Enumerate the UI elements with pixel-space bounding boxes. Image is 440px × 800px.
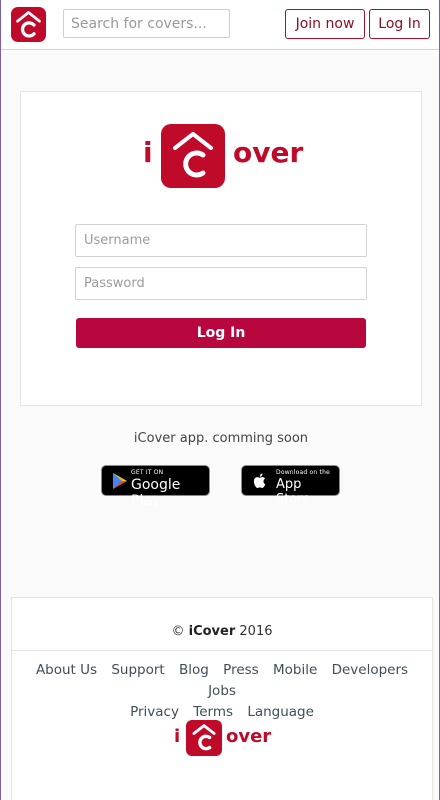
footer-link-jobs[interactable]: Jobs [208, 683, 236, 699]
copyright-year: 2016 [239, 624, 273, 639]
app-store-badge[interactable]: Download on the App Store [241, 465, 340, 507]
apple-icon [253, 473, 266, 488]
google-play-badge[interactable]: GET IT ON Google Play [101, 465, 210, 509]
brand-suffix: over [233, 136, 304, 169]
google-play-small-text: GET IT ON [131, 469, 164, 476]
copyright-name: iCover [188, 624, 236, 639]
footer: © iCover 2016 About Us Support Blog Pres… [11, 597, 433, 800]
footer-brand-logo: i over [174, 720, 274, 758]
footer-links: About Us Support Blog Press Mobile Devel… [12, 660, 432, 723]
play-triangle-icon [113, 473, 127, 489]
app-store-small-text: Download on the [276, 469, 330, 476]
logo-icon[interactable] [11, 7, 46, 42]
footer-link-about-us[interactable]: About Us [36, 662, 97, 678]
brand-suffix: over [226, 726, 272, 747]
login-button[interactable]: Log In [76, 318, 366, 348]
header-login-button[interactable]: Log In [369, 9, 430, 39]
footer-link-language[interactable]: Language [247, 704, 314, 720]
footer-link-blog[interactable]: Blog [179, 662, 209, 678]
footer-link-press[interactable]: Press [223, 662, 259, 678]
google-play-big-text: Google Play [131, 477, 181, 509]
brand-prefix: i [174, 726, 181, 747]
password-field[interactable] [75, 267, 367, 300]
username-field[interactable] [75, 224, 367, 257]
join-now-button[interactable]: Join now [285, 9, 365, 39]
top-nav-bar: Join now Log In [1, 0, 439, 50]
copyright-symbol: © [171, 624, 185, 639]
house-c-logo-icon [161, 124, 225, 188]
footer-link-mobile[interactable]: Mobile [273, 662, 317, 678]
copyright-text: © iCover 2016 [12, 624, 432, 639]
house-c-logo-icon [16, 11, 41, 38]
footer-link-privacy[interactable]: Privacy [130, 704, 179, 720]
footer-link-developers[interactable]: Developers [332, 662, 408, 678]
search-input[interactable] [63, 9, 230, 38]
app-store-big-text: App Store [276, 477, 311, 507]
brand-logo: i over [143, 124, 303, 188]
brand-prefix: i [143, 136, 153, 169]
footer-link-support[interactable]: Support [111, 662, 164, 678]
house-c-logo-icon [186, 720, 222, 756]
footer-divider [12, 650, 432, 651]
app-coming-soon-text: iCover app. comming soon [133, 431, 309, 446]
footer-link-terms[interactable]: Terms [193, 704, 233, 720]
